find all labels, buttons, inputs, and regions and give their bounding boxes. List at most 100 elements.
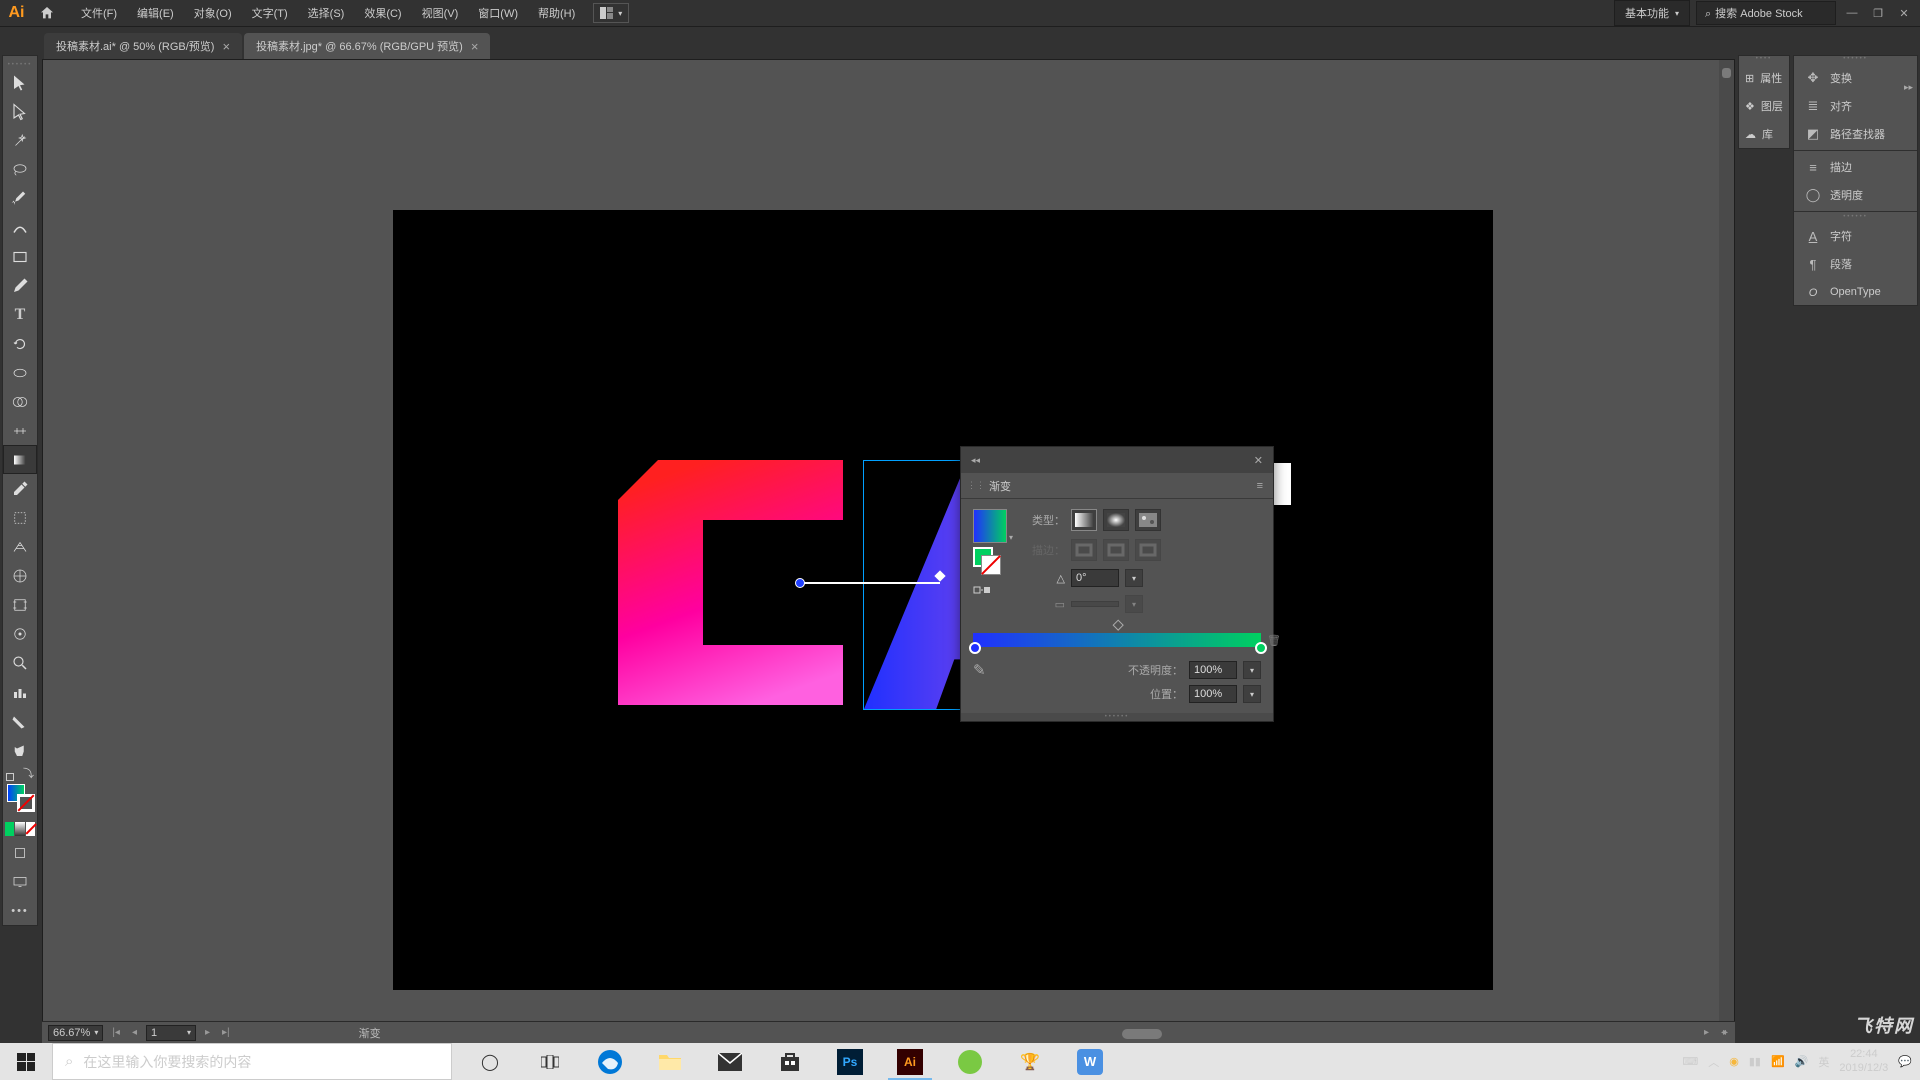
panel-grip[interactable]: •••••• (1794, 56, 1917, 64)
menu-effect[interactable]: 效果(C) (354, 0, 411, 26)
panel-opentype[interactable]: OOpenType (1794, 278, 1917, 305)
screen-mode[interactable] (3, 867, 37, 896)
location-dropdown-button[interactable]: ▾ (1243, 685, 1261, 703)
tray-notifications-icon[interactable]: 💬 (1898, 1055, 1912, 1068)
slice-tool[interactable] (3, 706, 37, 735)
taskbar-illustrator-icon[interactable]: Ai (880, 1043, 940, 1080)
panel-collapse-icon[interactable]: ◂◂ (967, 453, 984, 468)
column-graph-tool[interactable] (3, 677, 37, 706)
width-tool[interactable] (3, 416, 37, 445)
panel-properties[interactable]: ⊞属性 (1739, 64, 1789, 92)
tab-doc-2[interactable]: 投稿素材.jpg* @ 66.67% (RGB/GPU 预览) × (244, 33, 490, 59)
gradient-midpoint-handle[interactable] (1113, 620, 1124, 631)
artboard-tool[interactable] (3, 590, 37, 619)
menu-select[interactable]: 选择(S) (298, 0, 355, 26)
gradient-type-radial-button[interactable] (1103, 509, 1129, 531)
opacity-dropdown-button[interactable]: ▾ (1243, 661, 1261, 679)
panel-grip[interactable]: •••• (1739, 56, 1789, 64)
mesh-tool[interactable] (3, 561, 37, 590)
rotate-tool[interactable] (3, 329, 37, 358)
tab-doc-1[interactable]: 投稿素材.ai* @ 50% (RGB/预览) × (44, 33, 242, 59)
window-close-button[interactable]: ✕ (1894, 4, 1914, 22)
gradient-type-linear-button[interactable] (1071, 509, 1097, 531)
first-artboard-button[interactable]: |◂ (109, 1027, 123, 1038)
hand-tool[interactable] (3, 735, 37, 764)
eyedropper-icon[interactable]: ✎ (973, 661, 986, 679)
rectangle-tool[interactable] (3, 242, 37, 271)
close-icon[interactable]: × (471, 40, 479, 53)
scroll-right-button[interactable]: ▸ (1720, 1027, 1731, 1038)
artboard[interactable] (393, 210, 1493, 990)
gradient-annotator[interactable] (800, 582, 940, 584)
direct-selection-tool[interactable] (3, 97, 37, 126)
angle-dropdown-button[interactable]: ▾ (1125, 569, 1143, 587)
panel-close-icon[interactable]: ✕ (1250, 452, 1267, 469)
task-view-icon[interactable] (520, 1043, 580, 1080)
tray-battery-icon[interactable]: ▮▮ (1749, 1055, 1761, 1068)
lasso-tool[interactable] (3, 155, 37, 184)
symbol-sprayer-tool[interactable] (3, 619, 37, 648)
gradient-stop-right[interactable] (1255, 642, 1267, 654)
window-maximize-button[interactable]: ❐ (1868, 4, 1888, 22)
paintbrush-tool[interactable] (3, 271, 37, 300)
fill-stroke-indicator[interactable] (3, 782, 37, 820)
perspective-grid-tool[interactable] (3, 532, 37, 561)
workspace-switcher[interactable]: 基本功能 ▾ (1614, 0, 1690, 26)
prev-artboard-button[interactable]: ◂ (129, 1027, 140, 1038)
type-tool[interactable]: T (3, 300, 37, 329)
panel-character[interactable]: A字符 (1794, 222, 1917, 250)
magic-wand-tool[interactable] (3, 126, 37, 155)
expand-dock-icon[interactable]: ▸▸ (1904, 82, 1913, 93)
next-artboard-button[interactable]: ▸ (202, 1027, 213, 1038)
tray-chevron-up-icon[interactable]: ︿ (1708, 1054, 1719, 1070)
artboard-nav-dropdown[interactable]: 1▾ (146, 1025, 196, 1041)
stock-search-input[interactable]: ⌕搜索 Adobe Stock (1696, 1, 1836, 25)
panel-grip[interactable]: •••••• (1794, 214, 1917, 222)
menu-type[interactable]: 文字(T) (242, 0, 298, 26)
panel-transparency[interactable]: ◯透明度 (1794, 181, 1917, 209)
menu-help[interactable]: 帮助(H) (528, 0, 585, 26)
taskbar-search-input[interactable]: ⌕ 在这里输入你要搜索的内容 (52, 1043, 452, 1080)
panel-align[interactable]: ≣对齐 (1794, 92, 1917, 120)
gradient-opacity-input[interactable]: 100% (1189, 661, 1237, 679)
taskbar-wps-icon[interactable]: W (1060, 1043, 1120, 1080)
chevron-down-icon[interactable]: ▾ (1009, 533, 1013, 542)
home-icon[interactable] (33, 0, 61, 27)
cortana-icon[interactable]: ◯ (460, 1043, 520, 1080)
draw-mode-normal[interactable] (3, 838, 37, 867)
selection-tool[interactable] (3, 68, 37, 97)
arrange-documents-button[interactable]: ▾ (593, 3, 629, 23)
zoom-level-dropdown[interactable]: 66.67%▾ (48, 1025, 103, 1041)
panel-header[interactable]: ◂◂ ✕ (961, 447, 1273, 473)
tray-keyboard-icon[interactable]: ⌨ (1682, 1055, 1698, 1068)
vertical-scrollbar[interactable] (1719, 60, 1734, 1054)
gradient-angle-input[interactable]: 0° (1071, 569, 1119, 587)
gradient-slider[interactable]: 🗑 (973, 633, 1261, 647)
tray-clock[interactable]: 22:44 2019/12/3 (1839, 1048, 1888, 1074)
last-artboard-button[interactable]: ▸| (219, 1027, 233, 1038)
horizontal-scrollbar[interactable] (602, 1025, 1725, 1039)
taskbar-photoshop-icon[interactable]: Ps (820, 1043, 880, 1080)
gradient-type-freeform-button[interactable] (1135, 509, 1161, 531)
menu-object[interactable]: 对象(O) (184, 0, 242, 26)
gradient-stroke-swatch[interactable] (981, 555, 1001, 575)
scale-tool[interactable] (3, 358, 37, 387)
taskbar-mail-icon[interactable] (700, 1043, 760, 1080)
panel-resize-grip[interactable]: •••••• (961, 713, 1273, 721)
tray-ime-icon[interactable]: 英 (1818, 1054, 1829, 1070)
panel-transform[interactable]: ✥变换 (1794, 64, 1917, 92)
gradient-preview-swatch[interactable] (973, 509, 1007, 543)
tray-wifi-icon[interactable]: 📶 (1771, 1055, 1785, 1068)
start-button[interactable] (0, 1043, 52, 1080)
eyedropper-tool[interactable] (3, 474, 37, 503)
gradient-location-input[interactable]: 100% (1189, 685, 1237, 703)
taskbar-app-green-icon[interactable] (940, 1043, 1000, 1080)
tray-security-icon[interactable]: ◉ (1729, 1055, 1739, 1068)
tray-volume-icon[interactable]: 🔊 (1795, 1055, 1809, 1068)
swap-fill-stroke[interactable]: ⤵ (3, 764, 37, 782)
taskbar-edge-icon[interactable] (580, 1043, 640, 1080)
color-mode-strip[interactable] (3, 820, 37, 838)
menu-file[interactable]: 文件(F) (71, 0, 127, 26)
curvature-tool[interactable] (3, 213, 37, 242)
window-minimize-button[interactable]: — (1842, 4, 1862, 22)
